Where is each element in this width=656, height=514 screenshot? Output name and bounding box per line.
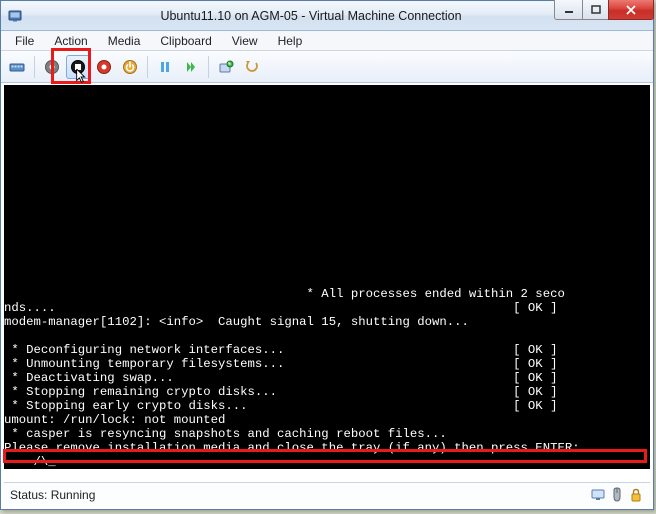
toolbar-separator	[147, 56, 148, 78]
minimize-button[interactable]	[554, 0, 582, 20]
ctrl-alt-del-button[interactable]	[5, 55, 29, 79]
start-button[interactable]	[40, 55, 64, 79]
mouse-icon[interactable]	[609, 487, 625, 503]
menu-clipboard[interactable]: Clipboard	[150, 32, 221, 50]
lock-icon[interactable]	[628, 487, 644, 503]
pause-button[interactable]	[153, 55, 177, 79]
maximize-button[interactable]	[582, 0, 608, 20]
window-controls	[554, 0, 654, 20]
titlebar[interactable]: Ubuntu11.10 on AGM-05 - Virtual Machine …	[1, 1, 653, 31]
toolbar-separator	[208, 56, 209, 78]
menu-action[interactable]: Action	[44, 32, 97, 50]
vm-console[interactable]: * All processes ended within 2 seco nds.…	[4, 85, 650, 469]
revert-button[interactable]	[240, 55, 264, 79]
menu-help[interactable]: Help	[268, 32, 313, 50]
console-output: * All processes ended within 2 seco nds.…	[4, 287, 650, 469]
shutdown-button[interactable]	[92, 55, 116, 79]
turn-off-button[interactable]	[66, 55, 90, 79]
menu-view[interactable]: View	[222, 32, 268, 50]
close-button[interactable]	[608, 0, 654, 20]
snapshot-button[interactable]	[214, 55, 238, 79]
menu-file[interactable]: File	[5, 32, 44, 50]
reset-button[interactable]	[179, 55, 203, 79]
vm-window: Ubuntu11.10 on AGM-05 - Virtual Machine …	[0, 0, 654, 510]
app-icon	[7, 8, 23, 24]
display-icon[interactable]	[590, 487, 606, 503]
menubar: File Action Media Clipboard View Help	[1, 31, 653, 51]
statusbar: Status: Running	[4, 482, 650, 506]
menu-media[interactable]: Media	[98, 32, 151, 50]
save-button[interactable]	[118, 55, 142, 79]
toolbar	[1, 51, 653, 83]
toolbar-separator	[34, 56, 35, 78]
status-label: Status: Running	[10, 488, 95, 502]
